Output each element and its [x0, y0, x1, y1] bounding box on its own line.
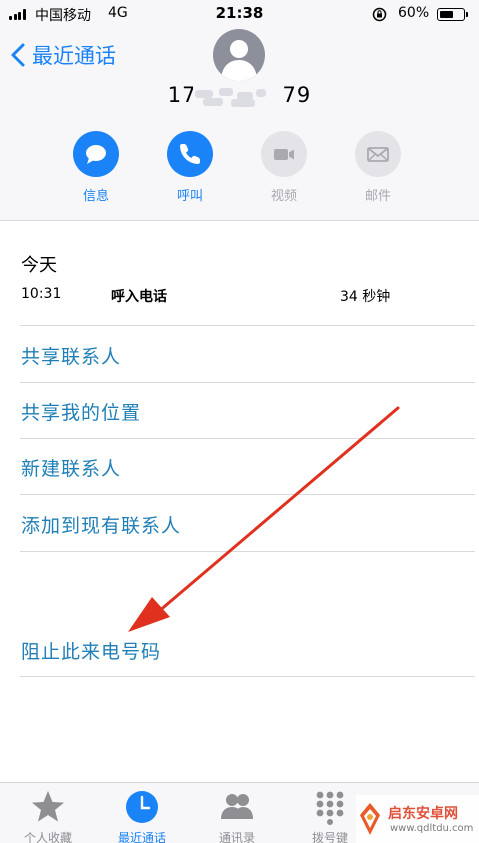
chevron-left-icon: [11, 43, 25, 67]
call-time: 10:31: [21, 286, 62, 302]
clock-icon: [126, 791, 158, 823]
divider: [20, 676, 475, 677]
number-redaction-blur: [193, 84, 268, 108]
divider: [20, 325, 475, 326]
back-button[interactable]: 最近通话: [10, 38, 116, 72]
tab-contacts[interactable]: 通讯录: [191, 789, 283, 843]
message-button[interactable]: 信息: [66, 131, 126, 204]
divider: [20, 438, 475, 439]
phone-icon: [180, 144, 200, 164]
call-button[interactable]: 呼叫: [160, 131, 220, 204]
watermark-url: www.qdltdu.com: [390, 823, 474, 834]
add-to-existing-contact-option[interactable]: 添加到现有联系人: [21, 511, 181, 538]
call-label: 呼叫: [176, 189, 203, 204]
phone-number-suffix: 79: [282, 83, 312, 107]
contact-header: 中国移动 4G 21:38 60% 最近通话 17 79 信息 呼叫 视频 邮件: [0, 0, 479, 221]
block-this-caller-option[interactable]: 阻止此来电号码: [21, 637, 161, 664]
video-button: 视频: [254, 131, 314, 204]
share-contact-option[interactable]: 共享联系人: [21, 342, 121, 369]
video-label: 视频: [270, 189, 297, 204]
battery-percentage: 60%: [398, 5, 430, 21]
share-my-location-option[interactable]: 共享我的位置: [21, 398, 141, 425]
message-icon: [86, 145, 106, 164]
keypad-icon: [316, 791, 344, 825]
rotation-lock-icon: [372, 7, 387, 22]
call-day-heading: 今天: [21, 255, 57, 276]
divider: [20, 551, 475, 552]
back-label: 最近通话: [32, 44, 116, 68]
call-duration: 34 秒钟: [340, 289, 391, 305]
status-bar: 中国移动 4G 21:38 60%: [0, 0, 479, 28]
contacts-icon: [221, 794, 253, 819]
mail-button: 邮件: [348, 131, 408, 204]
tab-label: 个人收藏: [23, 831, 72, 843]
mail-label: 邮件: [364, 189, 391, 204]
watermark-name: 启东安卓网: [388, 806, 458, 822]
mail-icon: [367, 147, 389, 162]
create-new-contact-option[interactable]: 新建联系人: [21, 454, 121, 481]
call-type: 呼入电话: [111, 289, 167, 305]
tab-label: 通讯录: [218, 831, 255, 843]
tab-label: 最近通话: [117, 831, 166, 843]
battery-icon: [437, 8, 468, 21]
avatar: [213, 29, 265, 81]
divider: [20, 494, 475, 495]
message-label: 信息: [82, 189, 109, 204]
person-silhouette-icon: [221, 40, 257, 81]
tab-favorites[interactable]: 个人收藏: [2, 789, 94, 843]
divider: [20, 382, 475, 383]
video-icon: [274, 149, 294, 160]
tab-recents[interactable]: 最近通话: [96, 789, 188, 843]
star-icon: [32, 791, 64, 822]
